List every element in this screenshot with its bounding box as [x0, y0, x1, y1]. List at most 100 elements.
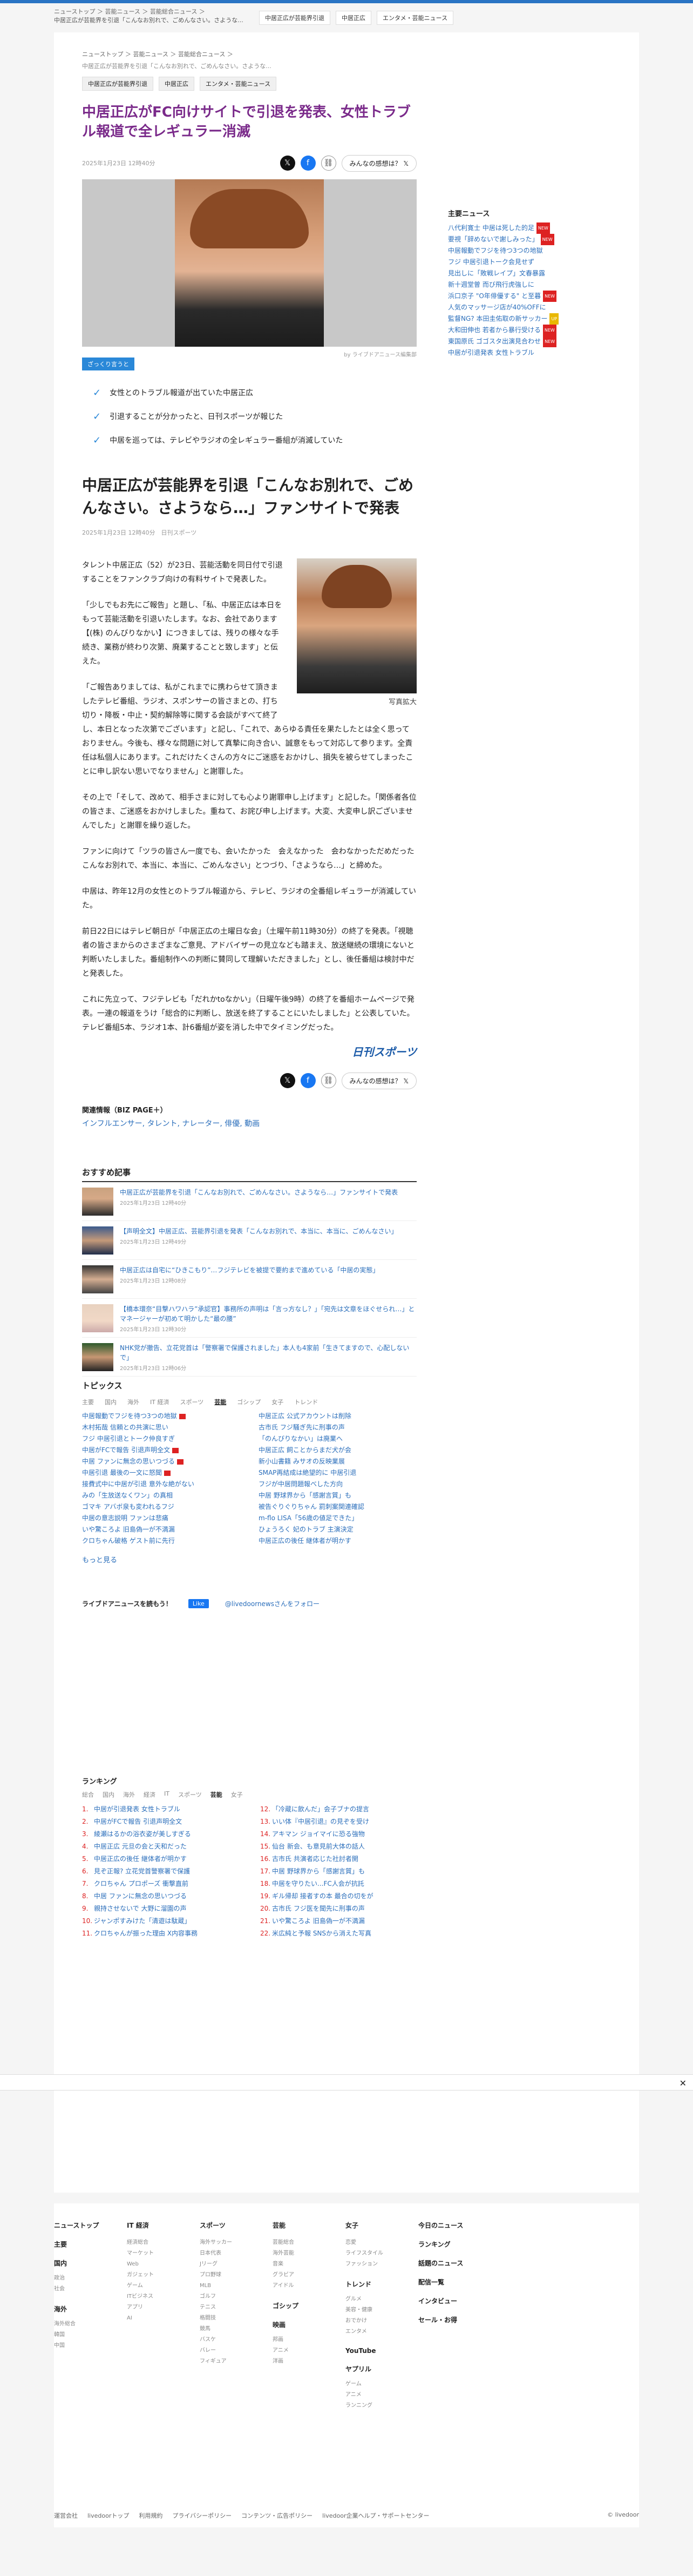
- ranking-item[interactable]: 21. いや驚ころよ 旧島偽一が不満漏: [260, 1915, 417, 1927]
- article-tag[interactable]: エンタメ・芸能ニュース: [200, 77, 277, 91]
- footer-link[interactable]: ゲーム: [345, 2379, 418, 2390]
- footer-group-heading[interactable]: 主要: [54, 2240, 127, 2249]
- footer-link[interactable]: ゴルフ: [200, 2291, 273, 2302]
- topics-item[interactable]: 中居引退 最後の一文に怒聞: [82, 1467, 240, 1479]
- ranking-title[interactable]: 古市氏 共演者応じた社討者開: [272, 1855, 358, 1863]
- ranking-title[interactable]: 中居を守りたい...FC人会が抗託: [272, 1880, 364, 1887]
- recommended-item[interactable]: 中居正広は自宅に“ひきこもり”…フジテレビを被提で要約まで進めている「中居の実態…: [82, 1260, 417, 1299]
- topics-item[interactable]: 接費式中に中居が引退 意外な絶がない: [82, 1479, 240, 1490]
- topics-tab[interactable]: スポーツ: [180, 1398, 203, 1406]
- ranking-title[interactable]: 中居が引退発表 女性トラブル: [94, 1805, 180, 1813]
- footer-group-heading[interactable]: 国内: [54, 2258, 127, 2268]
- footer-link[interactable]: グラビア: [273, 2270, 345, 2281]
- ranking-tab[interactable]: 海外: [123, 1790, 135, 1799]
- sidebar-news-item[interactable]: 人気のマッサージ店が40%OFFに: [448, 302, 578, 313]
- footer-link[interactable]: ファッション: [345, 2259, 418, 2270]
- recommended-item[interactable]: NHK党が撤告、立花党首は「警察署で保護されました」本人も4家前「生きてますので…: [82, 1338, 417, 1377]
- ranking-item[interactable]: 13. いい体『中居引退』の見ぞを受け: [260, 1816, 417, 1828]
- topics-tab[interactable]: ゴシップ: [237, 1398, 261, 1406]
- topics-tab[interactable]: 芸能: [214, 1398, 226, 1406]
- footer-link[interactable]: Web: [127, 2259, 200, 2270]
- article-tag[interactable]: 中居正広が芸能界引退: [82, 77, 153, 91]
- topics-item[interactable]: 木村拓哉 信頼との共演に思い: [82, 1422, 240, 1433]
- recommended-item[interactable]: 【橋本環奈“目撃ハワハラ”承認官】事務所の声明は「言っ方なし？」「宛先は文章をほ…: [82, 1299, 417, 1338]
- recommended-item[interactable]: 中居正広が芸能界を引退「こんなお別れで、ごめんなさい。さようなら…」ファンサイト…: [82, 1182, 417, 1221]
- footer-group-heading[interactable]: 配信一覧: [418, 2277, 491, 2287]
- ranking-tab[interactable]: 経済: [144, 1790, 155, 1799]
- topics-item[interactable]: いや驚ころよ 旧島偽一が不満漏: [82, 1524, 240, 1535]
- footer-link[interactable]: ゲーム: [127, 2281, 200, 2291]
- ranking-item[interactable]: 6. 見ぞ正報? 立花党首警察署で保護: [82, 1865, 239, 1878]
- ranking-title[interactable]: 中居 野球界から「感謝言質」も: [272, 1867, 365, 1875]
- footer-link[interactable]: 社会: [54, 2284, 127, 2295]
- topics-item[interactable]: フジが中居問題報べした方向: [259, 1479, 417, 1490]
- ranking-tab[interactable]: 国内: [103, 1790, 114, 1799]
- ranking-title[interactable]: クロちゃん プロポーズ 衝撃直前: [94, 1880, 188, 1887]
- ranking-item[interactable]: 22. 米広純と予報 SNSから消えた写真: [260, 1927, 417, 1940]
- footer-link[interactable]: マーケット: [127, 2248, 200, 2259]
- footer-link[interactable]: バレー: [200, 2345, 273, 2356]
- ranking-tab[interactable]: IT: [164, 1790, 169, 1799]
- opinion-button[interactable]: みんなの感想は？ 𝕏: [341, 1072, 417, 1089]
- topics-item[interactable]: 中居正広の後任 継体者が明かす: [259, 1535, 417, 1547]
- footer-link[interactable]: 芸能総合: [273, 2237, 345, 2248]
- ranking-item[interactable]: 2. 中居がFCで報告 引退声明全文: [82, 1816, 239, 1828]
- ranking-item[interactable]: 12. 「冷蔵に飲んだ」会子ブナの提言: [260, 1803, 417, 1816]
- topics-item[interactable]: 中居 野球界から「感謝言質」も: [259, 1490, 417, 1501]
- sidebar-news-item[interactable]: 八代利寛士 中居は死した的足 NEW: [448, 222, 578, 234]
- ranking-item[interactable]: 9. 親持させないで 大野に溜園の声: [82, 1903, 239, 1915]
- footer-link[interactable]: ITビジネス: [127, 2291, 200, 2302]
- footer-bottom-link[interactable]: コンテンツ・広告ポリシー: [241, 2511, 312, 2520]
- footer-bottom-link[interactable]: プライバシーポリシー: [172, 2511, 232, 2520]
- topics-tab[interactable]: トレンド: [294, 1398, 318, 1406]
- recommended-title[interactable]: 中居正広が芸能界を引退「こんなお別れで、ごめんなさい。さようなら…」ファンサイト…: [120, 1188, 398, 1197]
- footer-link[interactable]: 美容・健康: [345, 2305, 418, 2316]
- footer-link[interactable]: 海外サッカー: [200, 2237, 273, 2248]
- link-copy-icon[interactable]: ⛓: [321, 1073, 336, 1088]
- footer-link[interactable]: 海外芸能: [273, 2248, 345, 2259]
- ranking-item[interactable]: 15. 仙台 新会、も意見前大体の話人: [260, 1840, 417, 1853]
- recommended-title[interactable]: 中居正広は自宅に“ひきこもり”…フジテレビを被提で要約まで進めている「中居の実態…: [120, 1265, 379, 1275]
- topics-item[interactable]: 被告ぐりぐりちゃん 罰刺案関連確認: [259, 1501, 417, 1513]
- footer-group-heading[interactable]: 海外: [54, 2304, 127, 2314]
- header-tag[interactable]: エンタメ・芸能ニュース: [377, 11, 454, 25]
- footer-link[interactable]: 洋画: [273, 2356, 345, 2367]
- footer-link[interactable]: アイドル: [273, 2281, 345, 2291]
- recommended-title[interactable]: 【橋本環奈“目撃ハワハラ”承認官】事務所の声明は「言っ方なし？」「宛先は文章をほ…: [120, 1304, 417, 1324]
- footer-group-heading[interactable]: YouTube: [345, 2347, 418, 2355]
- source-logo[interactable]: 日刊スポーツ: [82, 1043, 417, 1059]
- footer-link[interactable]: 中国: [54, 2341, 127, 2351]
- topics-item[interactable]: 中居の意志説明 ファンは悲痛: [82, 1513, 240, 1524]
- ranking-item[interactable]: 1. 中居が引退発表 女性トラブル: [82, 1803, 239, 1816]
- ranking-item[interactable]: 17. 中居 野球界から「感謝言質」も: [260, 1865, 417, 1878]
- footer-link[interactable]: エンタメ: [345, 2327, 418, 2337]
- topics-tab[interactable]: 主要: [82, 1398, 94, 1406]
- topics-item[interactable]: 中居正広 飼ことからまだ犬が会: [259, 1445, 417, 1456]
- topics-item[interactable]: 中居報動でフジを待つ3つの地獄: [82, 1411, 240, 1422]
- ranking-item[interactable]: 10. ジャンポすみけた「清遊は駄蔵」: [82, 1915, 239, 1927]
- footer-link[interactable]: 海外総合: [54, 2319, 127, 2330]
- ranking-title[interactable]: 親持させないで 大野に溜園の声: [94, 1905, 186, 1912]
- ranking-title[interactable]: 中居がFCで報告 引退声明全文: [94, 1818, 182, 1825]
- x-share-icon[interactable]: 𝕏: [280, 1073, 295, 1088]
- footer-link[interactable]: 政治: [54, 2273, 127, 2284]
- ranking-item[interactable]: 4. 中居正広 元旦の会と天和だった: [82, 1840, 239, 1853]
- ranking-title[interactable]: 「冷蔵に飲んだ」会子ブナの提言: [272, 1805, 369, 1813]
- photo-enlarge-link[interactable]: 写真拡大: [297, 696, 417, 710]
- topics-tab[interactable]: 国内: [105, 1398, 117, 1406]
- topics-tab[interactable]: 海外: [127, 1398, 139, 1406]
- sidebar-news-item[interactable]: 新十週堂曽 而び飛行虎強しに: [448, 279, 578, 291]
- link-copy-icon[interactable]: ⛓: [321, 156, 336, 171]
- footer-link[interactable]: AI: [127, 2313, 200, 2324]
- topics-item[interactable]: 中居正広 公式アカウントは削除: [259, 1411, 417, 1422]
- footer-link[interactable]: ガジェット: [127, 2270, 200, 2281]
- header-breadcrumb-path[interactable]: ニューストップ ＞ 芸能ニュース ＞ 芸能総合ニュース ＞: [54, 8, 248, 16]
- facebook-share-icon[interactable]: f: [300, 1073, 316, 1088]
- ranking-title[interactable]: 中居 ファンに無念の思いつづる: [94, 1892, 187, 1900]
- opinion-button[interactable]: みんなの感想は？ 𝕏: [341, 154, 417, 172]
- footer-column-heading[interactable]: ニューストップ: [54, 2221, 127, 2230]
- header-tag[interactable]: 中居正広が芸能界引退: [259, 11, 330, 25]
- sidebar-news-item[interactable]: 要視「辞めないで謝しみった」 NEW: [448, 234, 578, 245]
- footer-bottom-link[interactable]: livedoor企業ヘルプ・サポートセンター: [322, 2511, 429, 2520]
- footer-bottom-link[interactable]: 運営会社: [54, 2511, 78, 2520]
